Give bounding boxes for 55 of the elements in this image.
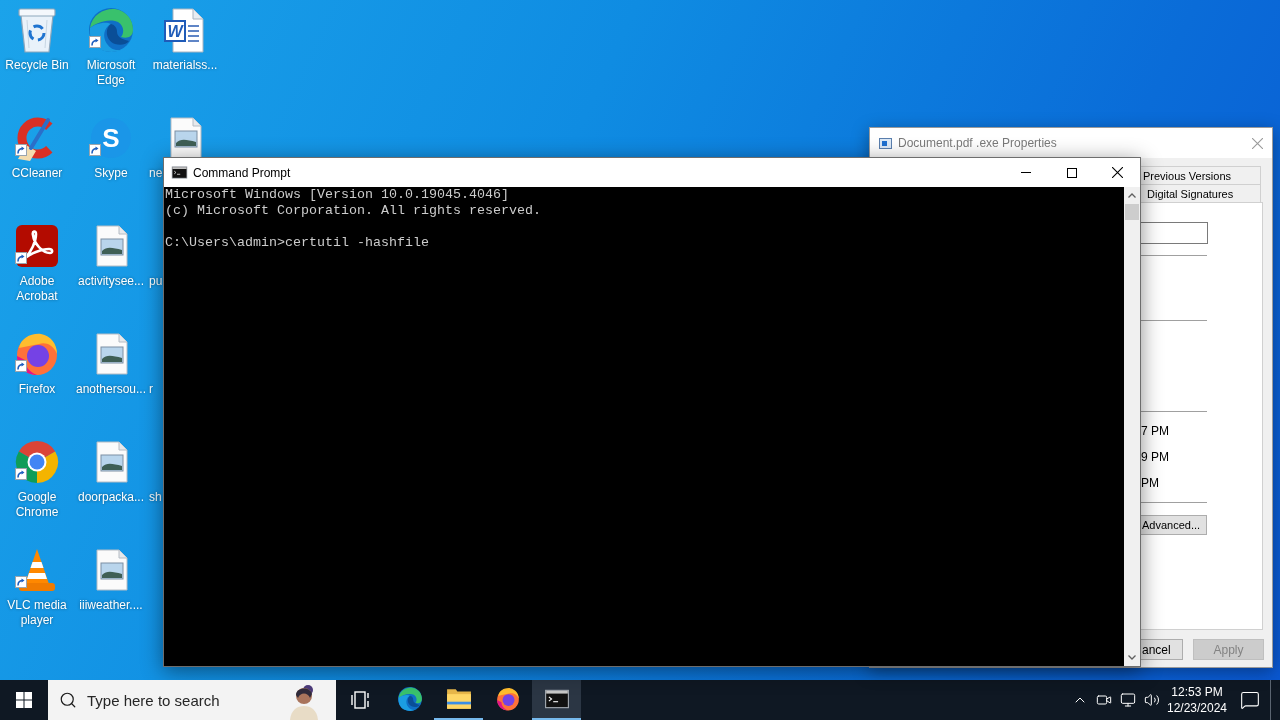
desktop-shortcut[interactable]: anothersou... — [74, 330, 148, 397]
desktop-shortcut[interactable]: ne — [148, 166, 163, 181]
window-title: Document.pdf .exe Properties — [898, 135, 1057, 152]
desktop-shortcut[interactable]: Microsoft Edge — [74, 6, 148, 88]
desktop-shortcut[interactable]: Firefox — [0, 330, 74, 397]
caret-up-icon — [1128, 193, 1136, 198]
desktop-shortcut[interactable]: pu — [148, 274, 163, 289]
window-title: Command Prompt — [193, 164, 291, 182]
taskbar-button[interactable] — [532, 680, 581, 720]
desktop-shortcut[interactable]: CCleaner — [0, 114, 74, 181]
close-icon — [1251, 137, 1263, 149]
windows-logo-icon — [16, 692, 32, 708]
monitor-icon — [1120, 692, 1136, 708]
folder-icon — [445, 686, 472, 712]
desktop-shortcut[interactable]: Google Chrome — [0, 438, 74, 520]
notification-icon — [1240, 690, 1260, 710]
console-line: Microsoft Windows [Version 10.0.19045.4046] — [165, 187, 509, 203]
tab[interactable]: Digital Signatures — [1141, 184, 1261, 202]
desktop-shortcut[interactable]: Recycle Bin — [0, 6, 74, 73]
maximize-icon — [1067, 167, 1077, 178]
desktop-shortcut[interactable]: S Skype — [74, 114, 148, 181]
search-field[interactable]: Type here to search — [48, 680, 336, 720]
time-text: 7 PM — [1141, 424, 1169, 439]
command-prompt-icon — [171, 164, 188, 181]
time-text: PM — [1141, 476, 1159, 491]
desktop-shortcut[interactable]: activitysee... — [74, 222, 148, 289]
video-camera-icon — [1096, 692, 1112, 708]
advanced-button[interactable]: Advanced... — [1141, 515, 1207, 535]
window-icon — [879, 137, 892, 149]
desktop-shortcut[interactable]: Adobe Acrobat — [0, 222, 74, 304]
acrobat-icon — [13, 222, 61, 270]
edge-icon — [396, 686, 423, 712]
clock[interactable]: 12:53 PM 12/23/2024 — [1164, 680, 1230, 720]
time-text: 9 PM — [1141, 450, 1169, 465]
tab[interactable]: Previous Versions — [1141, 166, 1261, 184]
desktop-shortcut[interactable]: sh — [148, 490, 162, 505]
task-view-icon — [350, 691, 371, 709]
caret-down-icon — [1128, 655, 1136, 660]
chrome-icon — [13, 438, 61, 486]
desktop-shortcut[interactable]: VLC media player — [0, 546, 74, 628]
desktop-shortcut[interactable]: r — [148, 382, 153, 397]
name-field[interactable] — [1141, 222, 1208, 244]
dialog-button[interactable]: ancel — [1141, 639, 1183, 660]
console-line: (c) Microsoft Corporation. All rights reserved. — [165, 203, 541, 219]
console-line: C:\Users\admin>certutil -hashfile — [165, 235, 429, 251]
desktop-shortcut[interactable]: doorpacka... — [74, 438, 148, 505]
desktop-shortcut[interactable]: iiiweather.... — [74, 546, 148, 613]
close-icon — [1112, 167, 1123, 178]
minimize-icon — [1021, 172, 1031, 173]
edge-icon — [87, 6, 135, 54]
scroll-thumb[interactable] — [1125, 204, 1139, 220]
firefox-icon — [494, 686, 521, 712]
search-icon — [59, 691, 77, 709]
volume-icon — [1144, 692, 1160, 708]
desktop-shortcut[interactable]: W materialss... — [148, 6, 222, 73]
